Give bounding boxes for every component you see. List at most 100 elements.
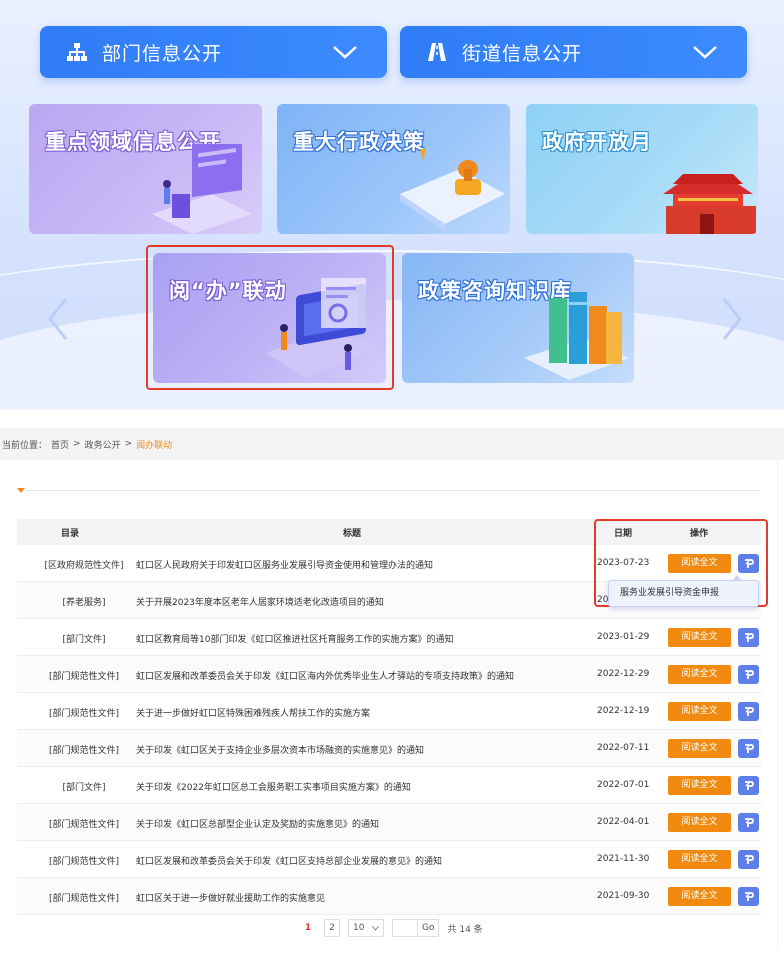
chevron-down-icon bbox=[693, 46, 717, 59]
dropdown-label: 部门信息公开 bbox=[102, 42, 223, 65]
page-size-select[interactable]: 10 bbox=[348, 919, 384, 937]
chevron-down-icon bbox=[333, 46, 357, 59]
row-title-link[interactable]: 虹口区人民政府关于印发虹口区服务业发展引导资金使用和管理办法的通知 bbox=[136, 558, 433, 571]
linked-service-button[interactable] bbox=[738, 628, 759, 647]
chevron-down-icon bbox=[372, 925, 379, 931]
row-date: 2022-12-29 bbox=[597, 669, 650, 679]
street-info-dropdown[interactable]: 街道信息公开 bbox=[400, 26, 747, 78]
row-category: [部门规范性文件] bbox=[48, 820, 120, 830]
dropdown-label: 街道信息公开 bbox=[462, 42, 583, 65]
table-row: [部门规范性文件] 关于印发《虹口区关于支持企业多层次资本市场融资的实施意见》的通… bbox=[17, 730, 761, 767]
row-title-link[interactable]: 虹口区发展和改革委员会关于印发《虹口区海内外优秀毕业生人才驿站的专项支持政策》的… bbox=[136, 669, 514, 682]
stamp-illustration-icon bbox=[400, 149, 505, 231]
link-service-icon bbox=[744, 891, 754, 901]
government-open-month-card[interactable]: 政府开放月 bbox=[526, 104, 758, 234]
section-marker-icon bbox=[17, 488, 25, 493]
read-full-text-button[interactable]: 阅读全文 bbox=[668, 628, 731, 647]
breadcrumb-home[interactable]: 首页 bbox=[51, 438, 69, 451]
page-jump-input[interactable] bbox=[392, 919, 418, 937]
row-date: 2023-01-29 bbox=[597, 632, 650, 642]
policy-knowledge-base-card[interactable]: 政策咨询知识库 bbox=[402, 253, 634, 383]
linked-service-button[interactable] bbox=[738, 887, 759, 906]
linked-service-button[interactable] bbox=[738, 850, 759, 869]
linked-service-button[interactable] bbox=[738, 702, 759, 721]
linked-service-button[interactable] bbox=[738, 813, 759, 832]
major-decision-card[interactable]: 重大行政决策 bbox=[277, 104, 510, 234]
read-full-text-button[interactable]: 阅读全文 bbox=[668, 776, 731, 795]
row-date: 2021-11-30 bbox=[597, 854, 650, 864]
breadcrumb-prefix: 当前位置： bbox=[2, 440, 48, 451]
row-category: [部门文件] bbox=[62, 783, 106, 793]
banner: 部门信息公开 街道信息公开 重点领域信息公开 重大行政决策 政府开放月 阅“办”… bbox=[0, 0, 784, 410]
read-full-text-button[interactable]: 阅读全文 bbox=[668, 887, 731, 906]
highlight-box bbox=[146, 245, 394, 390]
row-date: 2021-09-30 bbox=[597, 891, 650, 901]
read-full-text-button[interactable]: 阅读全文 bbox=[668, 850, 731, 869]
row-category: [部门文件] bbox=[62, 635, 106, 645]
breadcrumb-current: 阅办联动 bbox=[136, 440, 173, 451]
read-full-text-button[interactable]: 阅读全文 bbox=[668, 665, 731, 684]
linked-service-button[interactable] bbox=[738, 665, 759, 684]
tooltip: 服务业发展引导资金申报 bbox=[608, 575, 759, 607]
breadcrumb-gov-affairs[interactable]: 政务公开 bbox=[85, 438, 121, 451]
org-chart-icon bbox=[66, 41, 88, 63]
row-title-link[interactable]: 虹口区发展和改革委员会关于印发《虹口区支持总部企业发展的意见》的通知 bbox=[136, 854, 442, 867]
row-category: [部门规范性文件] bbox=[48, 709, 120, 719]
table-row: [部门文件] 关于印发《2022年虹口区总工会服务职工实事项目实施方案》的通知 20… bbox=[17, 767, 761, 804]
row-title-link[interactable]: 关于印发《2022年虹口区总工会服务职工实事项目实施方案》的通知 bbox=[136, 780, 411, 793]
row-date: 2022-07-01 bbox=[597, 780, 650, 790]
page-1-button[interactable]: 1 bbox=[300, 919, 316, 937]
total-count: 共 14 条 bbox=[447, 924, 483, 935]
header-category: 目录 bbox=[61, 529, 80, 539]
row-title-link[interactable]: 虹口区关于进一步做好就业援助工作的实施意见 bbox=[136, 891, 325, 904]
table-row: [部门规范性文件] 关于进一步做好虹口区特殊困难残疾人帮扶工作的实施方案 2022-… bbox=[17, 693, 761, 730]
tiananmen-illustration-icon bbox=[663, 174, 756, 234]
row-category: [部门规范性文件] bbox=[48, 746, 120, 756]
row-category: [部门规范性文件] bbox=[48, 672, 120, 682]
read-full-text-button[interactable]: 阅读全文 bbox=[668, 813, 731, 832]
divider bbox=[26, 490, 760, 491]
link-service-icon bbox=[744, 854, 754, 864]
table-row: [部门规范性文件] 虹口区发展和改革委员会关于印发《虹口区支持总部企业发展的意见》… bbox=[17, 841, 761, 878]
row-date: 2022-12-19 bbox=[597, 706, 650, 716]
linked-service-button[interactable] bbox=[738, 739, 759, 758]
row-title-link[interactable]: 关于印发《虹口区关于支持企业多层次资本市场融资的实施意见》的通知 bbox=[136, 743, 424, 756]
header-title: 标题 bbox=[343, 529, 362, 539]
row-title-link[interactable]: 关于进一步做好虹口区特殊困难残疾人帮扶工作的实施方案 bbox=[136, 706, 370, 719]
table-row: [部门规范性文件] 关于印发《虹口区总部型企业认定及奖励的实施意见》的通知 2022… bbox=[17, 804, 761, 841]
row-category: [区政府规范性文件] bbox=[44, 561, 124, 571]
table-row: [部门规范性文件] 虹口区发展和改革委员会关于印发《虹口区海内外优秀毕业生人才驿站… bbox=[17, 656, 761, 693]
link-service-icon bbox=[744, 780, 754, 790]
row-category: [部门规范性文件] bbox=[48, 857, 120, 867]
dashboard-illustration-icon bbox=[152, 144, 252, 234]
link-service-icon bbox=[744, 632, 754, 642]
row-title-link[interactable]: 关于开展2023年度本区老年人居家环境适老化改造项目的通知 bbox=[136, 595, 384, 608]
table-row: [部门规范性文件] 虹口区关于进一步做好就业援助工作的实施意见 2021-09-30… bbox=[17, 878, 761, 915]
row-date: 2022-04-01 bbox=[597, 817, 650, 827]
link-service-icon bbox=[744, 743, 754, 753]
breadcrumb-separator: > bbox=[73, 439, 81, 449]
breadcrumb: 当前位置： 首页 > 政务公开 > 阅办联动 bbox=[0, 428, 784, 460]
section-gap bbox=[0, 410, 784, 428]
books-illustration-icon bbox=[524, 292, 629, 380]
row-title-link[interactable]: 关于印发《虹口区总部型企业认定及奖励的实施意见》的通知 bbox=[136, 817, 379, 830]
go-button[interactable]: Go bbox=[418, 919, 440, 937]
key-area-info-card[interactable]: 重点领域信息公开 bbox=[29, 104, 262, 234]
read-full-text-button[interactable]: 阅读全文 bbox=[668, 702, 731, 721]
row-date: 2022-07-11 bbox=[597, 743, 650, 753]
row-title-link[interactable]: 虹口区教育局等10部门印发《虹口区推进社区托育服务工作的实施方案》的通知 bbox=[136, 632, 453, 645]
road-icon bbox=[426, 41, 448, 63]
link-service-icon bbox=[744, 817, 754, 827]
read-full-text-button[interactable]: 阅读全文 bbox=[668, 739, 731, 758]
page-2-button[interactable]: 2 bbox=[324, 919, 340, 937]
pagination: 1 2 10 Go 共 14 条 bbox=[300, 917, 483, 939]
row-category: [养老服务] bbox=[62, 598, 106, 608]
linked-service-button[interactable] bbox=[738, 776, 759, 795]
card-title: 政府开放月 bbox=[542, 130, 652, 154]
table-row: [部门文件] 虹口区教育局等10部门印发《虹口区推进社区托育服务工作的实施方案》的… bbox=[17, 619, 761, 656]
department-info-dropdown[interactable]: 部门信息公开 bbox=[40, 26, 387, 78]
breadcrumb-separator: > bbox=[124, 439, 133, 449]
chevron-left-icon[interactable] bbox=[46, 296, 70, 342]
row-category: [部门规范性文件] bbox=[48, 894, 120, 904]
chevron-right-icon[interactable] bbox=[720, 296, 744, 342]
